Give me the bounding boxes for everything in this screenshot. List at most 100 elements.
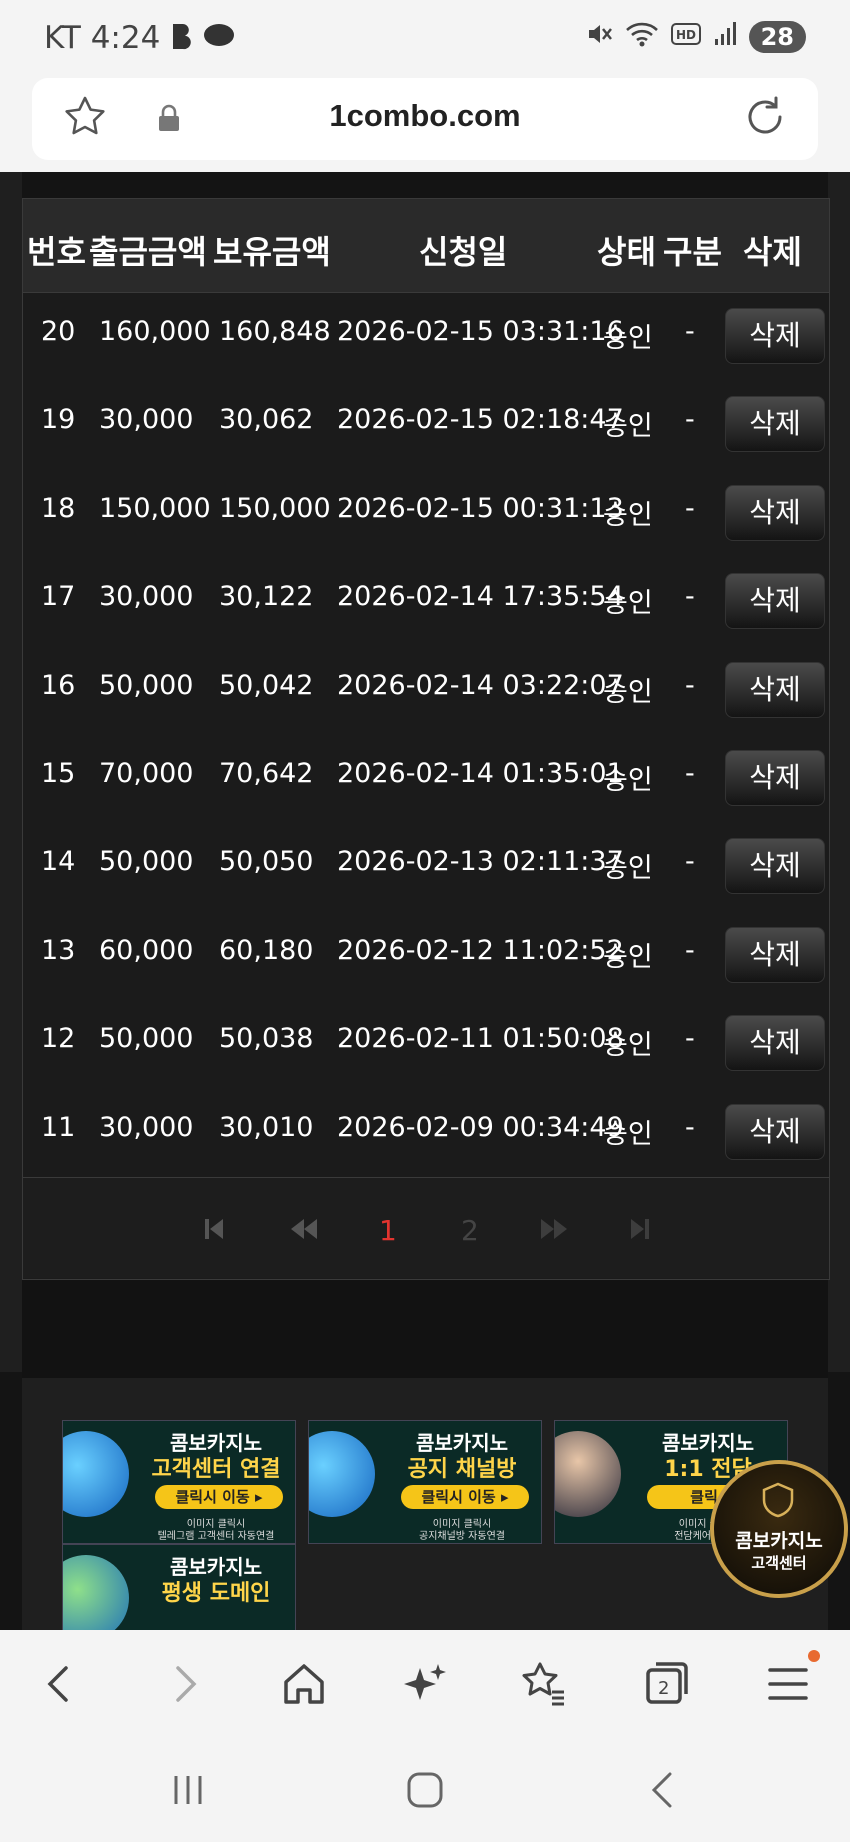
left-border (0, 172, 22, 1372)
cell-status: 승인 (603, 588, 653, 620)
delete-button[interactable]: 삭제 (725, 926, 825, 983)
cell-status: 승인 (603, 323, 653, 354)
delete-button[interactable]: 삭제 (725, 661, 825, 718)
browser-bottom-bar: 2 (0, 1630, 850, 1842)
mute-icon (585, 20, 613, 54)
reload-icon[interactable] (742, 94, 788, 140)
right-border (828, 172, 850, 1372)
badge-title: 콤보카지노 (735, 1530, 823, 1552)
cell-no: 13 (41, 934, 76, 966)
b-app-icon (170, 22, 194, 59)
agent-avatar-icon (555, 1431, 621, 1517)
delete-button[interactable]: 삭제 (725, 750, 825, 806)
delete-button[interactable]: 삭제 (725, 1015, 825, 1072)
ai-sparkle-icon[interactable] (400, 1660, 448, 1708)
cell-balance: 50,042 (219, 669, 314, 701)
table-row: 18 150,000 150,000 2026-02-15 00:31:13 승인 - 삭제 (23, 469, 829, 557)
banner-button[interactable]: 클릭시 이동 ▸ (401, 1485, 529, 1509)
page-2[interactable]: 2 (461, 1214, 479, 1247)
cell-date: 2026-02-15 00:31:13 (337, 492, 624, 524)
delete-button[interactable]: 삭제 (725, 396, 825, 453)
cell-status: 승인 (603, 499, 653, 531)
cell-amount: 50,000 (99, 846, 194, 878)
last-page-icon[interactable] (627, 1216, 653, 1242)
cell-balance: 70,642 (219, 758, 314, 789)
wifi-icon (625, 20, 659, 54)
banner-note-2: 공지채널방 자동연결 (419, 1531, 505, 1542)
cell-date: 2026-02-14 17:35:54 (337, 581, 624, 613)
page-content: 번호 출금금액 보유금액 신청일 상태 구분 삭제 20 160,000 160,8… (0, 172, 850, 1632)
cell-status: 승인 (603, 1030, 653, 1062)
cell-status: 승인 (603, 1118, 653, 1150)
cell-type: - (685, 758, 695, 789)
cell-status: 승인 (603, 676, 653, 708)
system-back-icon[interactable] (644, 1770, 684, 1810)
cell-balance: 30,122 (219, 581, 314, 613)
banner-lifetime-domain[interactable]: 콤보카지노 평생 도메인 (62, 1544, 296, 1632)
cell-type: - (685, 846, 695, 878)
browser-toolbar: 1combo.com (0, 78, 850, 172)
telegram-plane-icon (63, 1431, 129, 1517)
header-type: 구분 (663, 233, 722, 271)
cell-no: 16 (41, 669, 76, 701)
cell-type: - (685, 1023, 695, 1055)
cell-amount: 30,000 (99, 581, 194, 613)
cell-amount: 30,000 (99, 1111, 194, 1143)
delete-button[interactable]: 삭제 (725, 308, 825, 364)
hd-icon: HD (670, 23, 701, 51)
banner-customer-center[interactable]: 콤보카지노 고객센터 연결 클릭시 이동 ▸ 이미지 클릭시 텔레그램 고객센터… (62, 1420, 296, 1544)
system-home-icon[interactable] (405, 1770, 445, 1810)
cell-no: 20 (41, 316, 76, 347)
banner-subtitle: 평생 도메인 (161, 1581, 271, 1606)
cell-type: - (685, 316, 695, 347)
cell-amount: 50,000 (99, 1023, 194, 1055)
table-row: 17 30,000 30,122 2026-02-14 17:35:54 승인 - 삭제 (23, 557, 829, 645)
table-row: 12 50,000 50,038 2026-02-11 01:50:08 승인 - 삭제 (23, 999, 829, 1087)
cell-balance: 150,000 (219, 492, 331, 524)
recent-apps-icon[interactable] (168, 1770, 208, 1810)
next-page-icon[interactable] (537, 1216, 571, 1242)
customer-center-badge[interactable]: 콤보카지노 고객센터 (710, 1460, 848, 1598)
cell-no: 14 (41, 846, 76, 878)
cell-date: 2026-02-15 03:31:16 (337, 316, 624, 347)
tabs-icon[interactable]: 2 (642, 1660, 690, 1708)
cell-type: - (685, 1111, 695, 1143)
page-1[interactable]: 1 (379, 1214, 397, 1247)
address-bar[interactable]: 1combo.com (32, 78, 818, 160)
globe-icon (63, 1555, 129, 1631)
badge-subtitle: 고객센터 (751, 1554, 807, 1572)
cell-status: 승인 (603, 853, 653, 885)
cell-date: 2026-02-14 01:35:01 (337, 758, 624, 789)
table-row: 15 70,000 70,642 2026-02-14 01:35:01 승인 - 삭제 (23, 734, 829, 822)
banner-button[interactable]: 클릭시 이동 ▸ (155, 1485, 283, 1509)
header-status: 상태 (597, 233, 656, 271)
delete-button[interactable]: 삭제 (725, 573, 825, 630)
cell-amount: 160,000 (99, 316, 211, 347)
prev-page-icon[interactable] (287, 1216, 321, 1242)
banner-note-2: 텔레그램 고객센터 자동연결 (157, 1531, 275, 1542)
cell-amount: 60,000 (99, 934, 194, 966)
table-row: 13 60,000 60,180 2026-02-12 11:02:52 승인 - 삭제 (23, 911, 829, 999)
cell-no: 12 (41, 1023, 76, 1055)
menu-icon[interactable] (764, 1660, 812, 1708)
back-icon[interactable] (36, 1660, 84, 1708)
bookmarks-icon[interactable] (520, 1660, 568, 1708)
table-header: 번호 출금금액 보유금액 신청일 상태 구분 삭제 (23, 199, 829, 293)
bell-icon (309, 1431, 375, 1517)
cell-balance: 60,180 (219, 934, 314, 966)
cell-no: 19 (41, 404, 76, 436)
cell-date: 2026-02-15 02:18:47 (337, 404, 624, 436)
forward-icon[interactable] (160, 1660, 208, 1708)
first-page-icon[interactable] (201, 1216, 227, 1242)
cell-type: - (685, 934, 695, 966)
home-icon[interactable] (280, 1660, 328, 1708)
delete-button[interactable]: 삭제 (725, 1103, 825, 1160)
url-text[interactable]: 1combo.com (32, 98, 818, 134)
delete-button[interactable]: 삭제 (725, 838, 825, 895)
signal-icon (713, 21, 737, 53)
battery-indicator: 28 (748, 21, 806, 53)
thread-app-icon (202, 22, 236, 57)
banner-notice-channel[interactable]: 콤보카지노 공지 채널방 클릭시 이동 ▸ 이미지 클릭시 공지채널방 자동연결 (308, 1420, 542, 1544)
table-row: 14 50,000 50,050 2026-02-13 02:11:37 승인 - 삭제 (23, 822, 829, 910)
delete-button[interactable]: 삭제 (725, 484, 825, 541)
